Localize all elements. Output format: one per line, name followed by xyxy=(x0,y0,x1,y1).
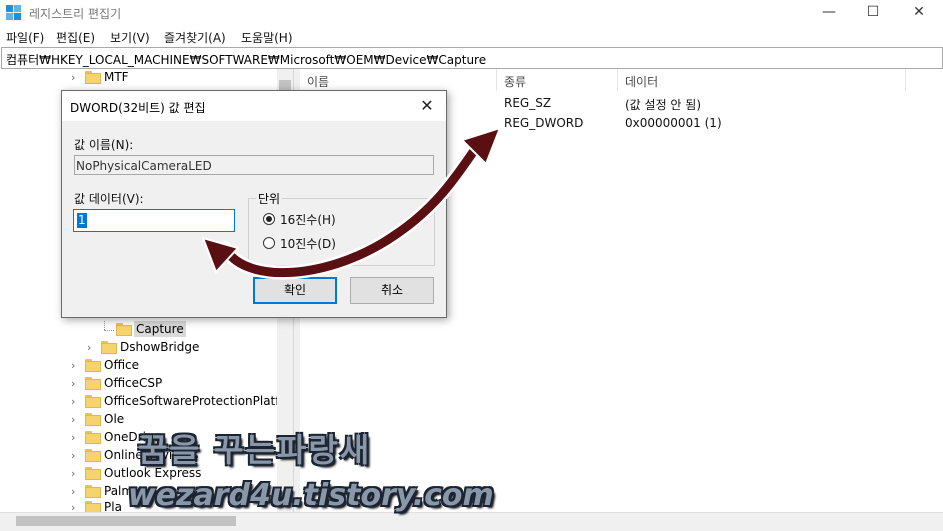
maximize-button[interactable]: ☐ xyxy=(850,0,896,26)
expand-chevron-icon[interactable]: › xyxy=(71,359,81,373)
column-divider[interactable] xyxy=(496,69,497,91)
tree-item[interactable]: › OfficeCSP xyxy=(0,375,277,393)
hex-radio-label[interactable]: 16진수(H) xyxy=(280,211,336,228)
expand-chevron-icon[interactable]: › xyxy=(87,341,97,355)
tree-item-label: Pla xyxy=(104,500,122,512)
folder-icon xyxy=(85,467,101,480)
menu-edit[interactable]: 편집(E) xyxy=(56,29,95,46)
tree-item-label: MTF xyxy=(104,70,129,84)
column-header-type[interactable]: 종류 xyxy=(504,73,526,90)
menu-help[interactable]: 도움말(H) xyxy=(241,29,293,46)
folder-icon xyxy=(85,431,101,444)
tree-item[interactable]: › MTF xyxy=(0,69,277,87)
value-data-label: 값 데이터(V): xyxy=(74,192,144,206)
column-header-name[interactable]: 이름 xyxy=(307,73,329,90)
folder-icon xyxy=(85,71,101,84)
base-label: 단위 xyxy=(256,190,283,207)
folder-icon xyxy=(101,341,117,354)
ok-button[interactable]: 확인 xyxy=(253,277,337,304)
folder-icon xyxy=(85,359,101,372)
tree-item-selected[interactable]: Capture xyxy=(0,321,277,339)
decimal-radio-label[interactable]: 10진수(D) xyxy=(280,235,336,252)
tree-item-label: Office xyxy=(104,358,140,372)
title-bar xyxy=(0,0,943,26)
expand-chevron-icon[interactable]: › xyxy=(71,449,81,463)
address-bar[interactable]: 컴퓨터₩HKEY_LOCAL_MACHINE₩SOFTWARE₩Microsof… xyxy=(1,47,943,69)
column-divider[interactable] xyxy=(617,69,618,91)
tree-line xyxy=(104,330,114,332)
tree-line xyxy=(104,321,106,330)
tree-item[interactable]: › Office xyxy=(0,357,277,375)
tree-item[interactable]: › OfficeSoftwareProtectionPlatfor xyxy=(0,393,277,411)
folder-open-icon xyxy=(116,323,132,336)
column-header-data[interactable]: 데이터 xyxy=(625,73,658,90)
dialog-title: DWORD(32비트) 값 편집 xyxy=(70,101,206,115)
horizontal-scroll-thumb[interactable] xyxy=(16,516,236,526)
watermark-url: wezard4u.tistory.com xyxy=(128,478,494,513)
menu-favorites[interactable]: 즐겨찾기(A) xyxy=(164,29,226,46)
hex-radio[interactable] xyxy=(263,213,275,225)
minimize-button[interactable]: — xyxy=(806,0,852,26)
tree-item-label: OfficeCSP xyxy=(104,376,163,390)
row-data[interactable]: 0x00000001 (1) xyxy=(625,116,722,130)
expand-chevron-icon[interactable]: › xyxy=(71,395,81,409)
expand-chevron-icon[interactable]: › xyxy=(71,377,81,391)
value-data-input[interactable]: 1 xyxy=(73,209,235,232)
expand-chevron-icon[interactable]: › xyxy=(71,485,81,499)
menu-file[interactable]: 파일(F) xyxy=(6,29,44,46)
tree-item[interactable]: › DshowBridge xyxy=(0,339,277,357)
expand-chevron-icon[interactable]: › xyxy=(71,501,81,512)
menu-view[interactable]: 보기(V) xyxy=(110,29,150,46)
row-type[interactable]: REG_DWORD xyxy=(504,116,583,130)
tree-item-label: DshowBridge xyxy=(120,340,200,354)
folder-icon xyxy=(85,413,101,426)
column-divider[interactable] xyxy=(905,69,906,91)
base-group xyxy=(248,198,435,266)
row-data[interactable]: (값 설정 안 됨) xyxy=(625,96,701,113)
row-type[interactable]: REG_SZ xyxy=(504,96,551,110)
tree-item-label: OfficeSoftwareProtectionPlatfor xyxy=(104,394,277,408)
folder-icon xyxy=(85,449,101,462)
edit-dword-dialog: DWORD(32비트) 값 편집 ✕ 값 이름(N): NoPhysicalCa… xyxy=(61,90,447,318)
value-data-text: 1 xyxy=(77,213,87,228)
close-button[interactable]: ✕ xyxy=(896,0,942,26)
expand-chevron-icon[interactable]: › xyxy=(71,413,81,427)
tree-item-label: Capture xyxy=(134,321,186,337)
dialog-close-icon[interactable]: ✕ xyxy=(414,95,440,117)
address-path: 컴퓨터₩HKEY_LOCAL_MACHINE₩SOFTWARE₩Microsof… xyxy=(6,53,487,67)
tree-item-label: Ole xyxy=(104,412,125,426)
expand-chevron-icon[interactable]: › xyxy=(71,71,81,85)
registry-editor-icon xyxy=(6,5,21,20)
folder-icon xyxy=(85,501,101,512)
value-name-label: 값 이름(N): xyxy=(74,138,134,152)
expand-chevron-icon[interactable]: › xyxy=(71,431,81,445)
expand-chevron-icon[interactable]: › xyxy=(71,467,81,481)
folder-icon xyxy=(85,485,101,498)
decimal-radio[interactable] xyxy=(263,237,275,249)
cancel-button[interactable]: 취소 xyxy=(350,277,434,304)
value-name-field: NoPhysicalCameraLED xyxy=(74,155,434,175)
folder-icon xyxy=(85,377,101,390)
watermark-title: 꿈을 꾸는파랑새 xyxy=(138,431,372,469)
window-title: 레지스트리 편집기 xyxy=(29,7,122,21)
folder-icon xyxy=(85,395,101,408)
